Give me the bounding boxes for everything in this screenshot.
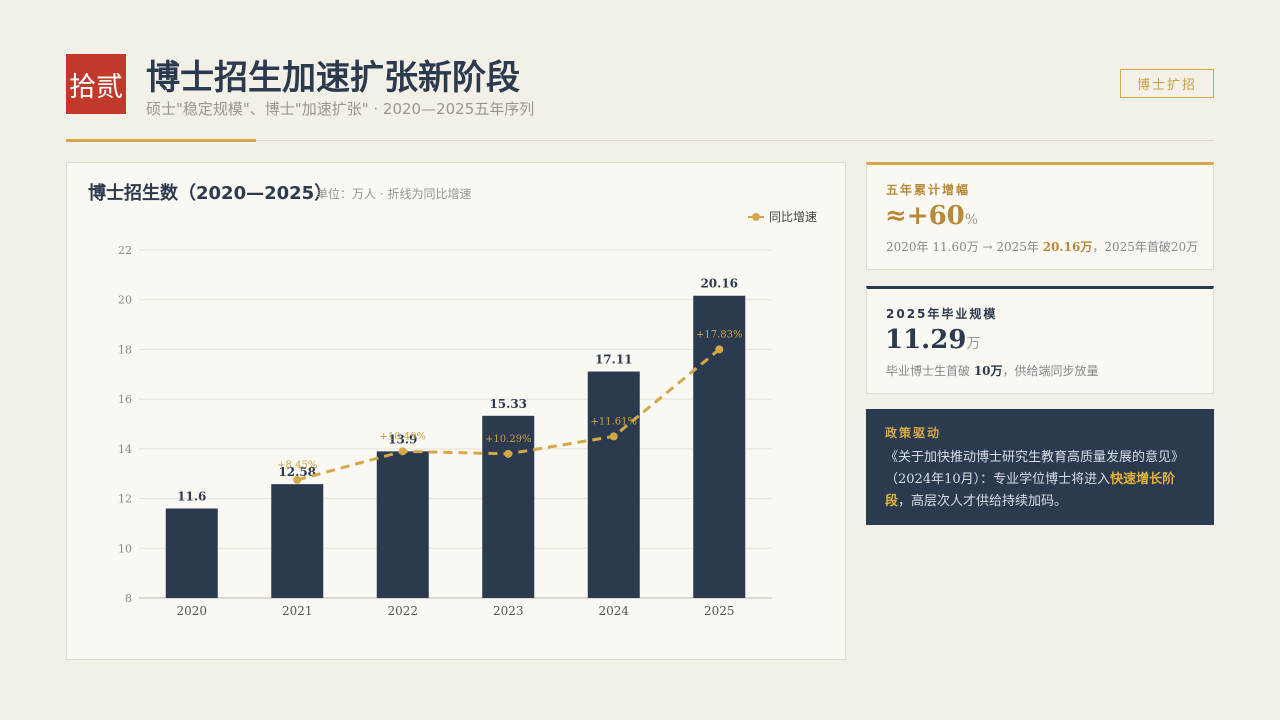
graduates-number: 11.29 <box>885 325 967 355</box>
growth-number: ≈+60 <box>885 201 965 231</box>
bar <box>587 371 640 598</box>
bar-value-label: 11.6 <box>177 490 206 504</box>
growth-desc-part: 2020年 11.60万 → 2025年 <box>886 240 1043 254</box>
y-tick-label: 20 <box>118 294 132 307</box>
legend-label-growth: 同比增速 <box>769 210 818 224</box>
policy-card: 政策驱动 《关于加快推动博士研究生教育高质量发展的意见》（2024年10月）：专… <box>866 409 1214 525</box>
growth-rate-label: +8.45% <box>277 460 317 471</box>
chart-unit-note: 单位：万人 · 折线为同比增速 <box>316 187 472 201</box>
growth-rate-label: +11.61% <box>590 416 637 427</box>
policy-text: 《关于加快推动博士研究生教育高质量发展的意见》（2024年10月）：专业学位博士… <box>885 447 1197 513</box>
y-tick-label: 16 <box>118 393 132 406</box>
x-tick-label: 2020 <box>176 604 207 618</box>
policy-label: 政策驱动 <box>885 426 942 440</box>
x-tick-label: 2022 <box>387 604 418 618</box>
graduates-card: 2025年毕业规模 11.29万 毕业博士生首破 10万，供给端同步放量 <box>866 286 1214 394</box>
y-tick-label: 10 <box>118 542 132 555</box>
cumulative-growth-label: 五年累计增幅 <box>886 183 971 197</box>
cumulative-growth-value: ≈+60% <box>885 201 978 231</box>
y-tick-label: 12 <box>118 493 132 506</box>
section-number-badge: 拾贰 <box>66 54 126 114</box>
graduates-desc-part: 毕业博士生首破 <box>886 364 974 378</box>
growth-rate-point <box>293 475 302 484</box>
growth-rate-label: +10.29% <box>485 434 532 445</box>
bar <box>376 451 429 598</box>
bar <box>271 484 324 598</box>
graduates-desc-part: ，供给端同步放量 <box>1002 364 1099 378</box>
header-divider-accent <box>66 139 256 142</box>
page-title: 博士招生加速扩张新阶段 <box>146 58 520 98</box>
bar-value-label: 17.11 <box>595 353 633 367</box>
growth-desc-part: ，2025年首破20万 <box>1092 240 1199 254</box>
bar <box>165 508 218 598</box>
x-tick-label: 2021 <box>282 604 313 618</box>
topic-tag: 博士扩招 <box>1120 69 1214 98</box>
bar <box>693 295 746 598</box>
page-subtitle: 硕士"稳定规模"、博士"加速扩张" · 2020—2025五年序列 <box>146 100 535 118</box>
y-tick-label: 8 <box>125 592 132 605</box>
growth-rate-point <box>609 432 618 441</box>
growth-rate-label: +10.49% <box>379 431 426 442</box>
y-tick-label: 14 <box>118 443 132 456</box>
bar-value-label: 15.33 <box>489 397 527 411</box>
x-tick-label: 2023 <box>493 604 524 618</box>
graduates-unit: 万 <box>966 336 981 352</box>
graduates-label: 2025年毕业规模 <box>886 307 998 321</box>
cumulative-growth-card: 五年累计增幅 ≈+60% 2020年 11.60万 → 2025年 20.16万… <box>866 162 1214 270</box>
bar-value-label: 20.16 <box>700 277 738 291</box>
graduates-desc-highlight: 10万 <box>973 364 1003 378</box>
growth-rate-point <box>715 345 724 354</box>
x-tick-label: 2025 <box>704 604 735 618</box>
growth-rate-point <box>398 447 407 456</box>
chart-panel: 8 10 12 14 16 18 20 22 11.6 2020 12.58 2021 13.9 2022… <box>66 162 846 660</box>
growth-desc-highlight: 20.16万 <box>1042 240 1093 254</box>
policy-text-part: ，高层次人才供给持续加码。 <box>898 494 1068 509</box>
cumulative-growth-desc: 2020年 11.60万 → 2025年 20.16万，2025年首破20万 <box>886 238 1198 255</box>
chart-title: 博士招生数（2020—2025） <box>88 183 333 204</box>
phd-enrollment-chart: 81012141618202211.6202012.58202113.92022… <box>118 244 772 618</box>
growth-unit: % <box>964 212 979 228</box>
growth-rate-point <box>504 449 513 458</box>
growth-rate-label: +17.83% <box>696 329 743 340</box>
chart-legend: 同比增速 <box>748 208 817 225</box>
graduates-value: 11.29万 <box>885 325 980 355</box>
y-tick-label: 22 <box>118 244 132 257</box>
graduates-desc: 毕业博士生首破 10万，供给端同步放量 <box>886 362 1099 379</box>
x-tick-label: 2024 <box>598 604 629 618</box>
legend-line-marker-icon <box>748 212 764 222</box>
y-tick-label: 18 <box>118 343 132 356</box>
